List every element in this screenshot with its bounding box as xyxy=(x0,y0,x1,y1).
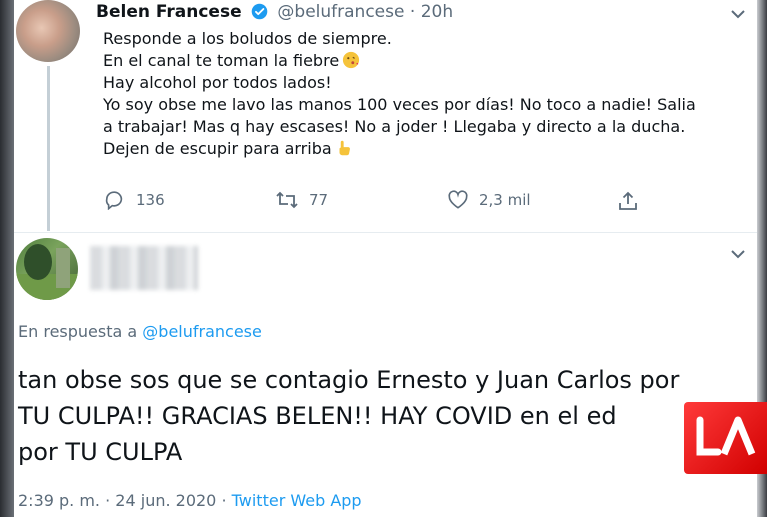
separator-dot: · xyxy=(105,491,111,510)
tweet1-header: Belen Francese @belufrancese · 20h xyxy=(96,2,453,22)
tweet1-body: Responde a los boludos de siempre. En el… xyxy=(103,28,743,160)
like-action[interactable]: 2,3 mil xyxy=(447,190,531,210)
reply-icon xyxy=(104,190,126,210)
separator-dot: · xyxy=(221,491,227,510)
reply-action[interactable]: 136 xyxy=(104,190,165,210)
reply-count: 136 xyxy=(136,191,165,209)
tweet2-meta: 2:39 p. m. · 24 jun. 2020 · Twitter Web … xyxy=(18,491,362,510)
tweet-line: tan obse sos que se contagio Ernesto y J… xyxy=(18,366,680,394)
separator-dot: · xyxy=(409,2,416,22)
tweet-line: TU CULPA!! GRACIAS BELEN!! HAY COVID en … xyxy=(18,402,617,430)
reply-handle-link[interactable]: @belufrancese xyxy=(142,322,262,341)
avatar-belen[interactable] xyxy=(16,0,80,62)
tweet-timestamp[interactable]: 2:39 p. m. xyxy=(18,491,100,510)
thread-line xyxy=(47,66,50,231)
reply-prefix: En respuesta a xyxy=(18,322,138,341)
tweet-line: Hay alcohol por todos lados! xyxy=(103,73,332,92)
heart-icon xyxy=(447,190,469,210)
blurred-user-name xyxy=(90,246,198,290)
chevron-down-icon[interactable] xyxy=(729,8,747,20)
tv-channel-logo xyxy=(684,402,767,474)
share-action[interactable] xyxy=(617,190,639,212)
tweet-date[interactable]: 24 jun. 2020 xyxy=(115,491,216,510)
retweet-icon xyxy=(275,190,299,210)
share-icon xyxy=(617,190,639,212)
chevron-down-icon[interactable] xyxy=(729,248,747,260)
author-handle[interactable]: @belufrancese xyxy=(277,2,404,22)
reply-to-line: En respuesta a @belufrancese xyxy=(18,322,262,341)
tweet-divider xyxy=(14,232,757,233)
video-frame-left xyxy=(0,0,14,517)
tweet-line: a trabajar! Mas q hay escases! No a jode… xyxy=(103,117,686,136)
retweet-action[interactable]: 77 xyxy=(275,190,328,210)
retweet-count: 77 xyxy=(309,191,329,209)
tweet-line-2: En el canal te toman la fiebre xyxy=(103,50,743,72)
avatar-reply-user[interactable] xyxy=(16,238,78,300)
tweet-time[interactable]: 20h xyxy=(421,2,453,22)
pointing-up-emoji-icon xyxy=(335,139,353,157)
tweet-line: por TU CULPA xyxy=(18,438,183,466)
verified-badge-icon xyxy=(251,3,268,20)
tweet2-body: tan obse sos que se contagio Ernesto y J… xyxy=(18,362,758,470)
kiss-emoji-icon xyxy=(342,51,360,69)
tweet-line-6: Dejen de escupir para arriba xyxy=(103,138,743,160)
tweet-line: Responde a los boludos de siempre. xyxy=(103,29,392,48)
like-count: 2,3 mil xyxy=(479,191,531,209)
author-name[interactable]: Belen Francese xyxy=(96,2,242,22)
tweet-line: Yo soy obse me lavo las manos 100 veces … xyxy=(103,95,696,114)
source-app-link[interactable]: Twitter Web App xyxy=(232,491,362,510)
